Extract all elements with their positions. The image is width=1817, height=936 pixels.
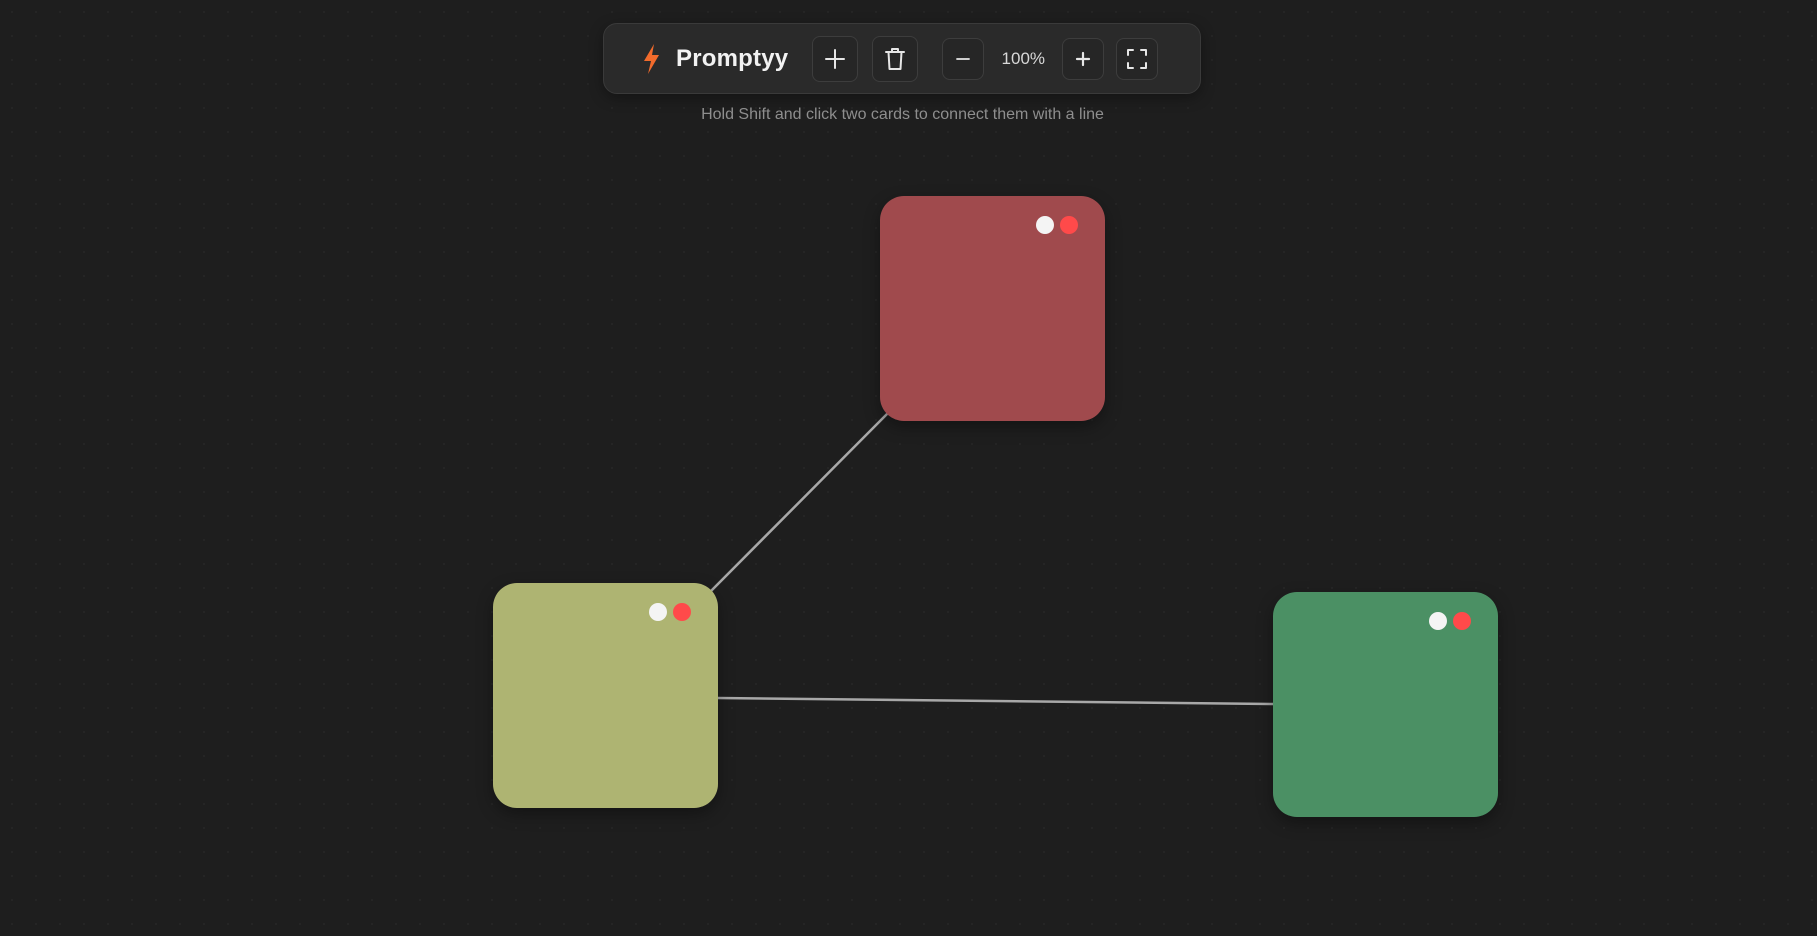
- fullscreen-button[interactable]: [1116, 37, 1159, 80]
- plus-icon: [1076, 51, 1091, 66]
- zoom-in-button[interactable]: [1062, 37, 1105, 80]
- delete-card-dot[interactable]: [1453, 612, 1471, 630]
- toolbar: Promptyy 100%: [603, 23, 1201, 94]
- minus-icon: [956, 57, 971, 60]
- trash-icon: [885, 47, 906, 70]
- color-picker-dot[interactable]: [649, 603, 667, 621]
- connection-line-olive-red: [708, 410, 891, 594]
- delete-card-dot[interactable]: [673, 603, 691, 621]
- card-red[interactable]: [880, 196, 1105, 421]
- card-controls: [1429, 612, 1471, 630]
- delete-button[interactable]: [872, 35, 919, 82]
- color-picker-dot[interactable]: [1036, 216, 1054, 234]
- fullscreen-icon: [1127, 48, 1148, 69]
- brand: Promptyy: [640, 43, 788, 75]
- board-canvas[interactable]: Promptyy 100% Hold Shift and click two c…: [0, 0, 1817, 936]
- add-card-button[interactable]: [812, 35, 859, 82]
- connect-hint: Hold Shift and click two cards to connec…: [701, 106, 1104, 123]
- card-controls: [649, 603, 691, 621]
- zoom-out-button[interactable]: [942, 37, 985, 80]
- connection-line-olive-green: [716, 696, 1275, 706]
- app-title: Promptyy: [676, 44, 789, 72]
- delete-card-dot[interactable]: [1060, 216, 1078, 234]
- card-green[interactable]: [1273, 592, 1498, 817]
- connections-layer: [708, 410, 1275, 706]
- lightning-bolt-icon: [644, 43, 659, 74]
- plus-icon: [825, 48, 846, 69]
- card-controls: [1036, 216, 1078, 234]
- card-olive[interactable]: [493, 583, 718, 808]
- color-picker-dot[interactable]: [1429, 612, 1447, 630]
- zoom-level: 100%: [1001, 48, 1046, 68]
